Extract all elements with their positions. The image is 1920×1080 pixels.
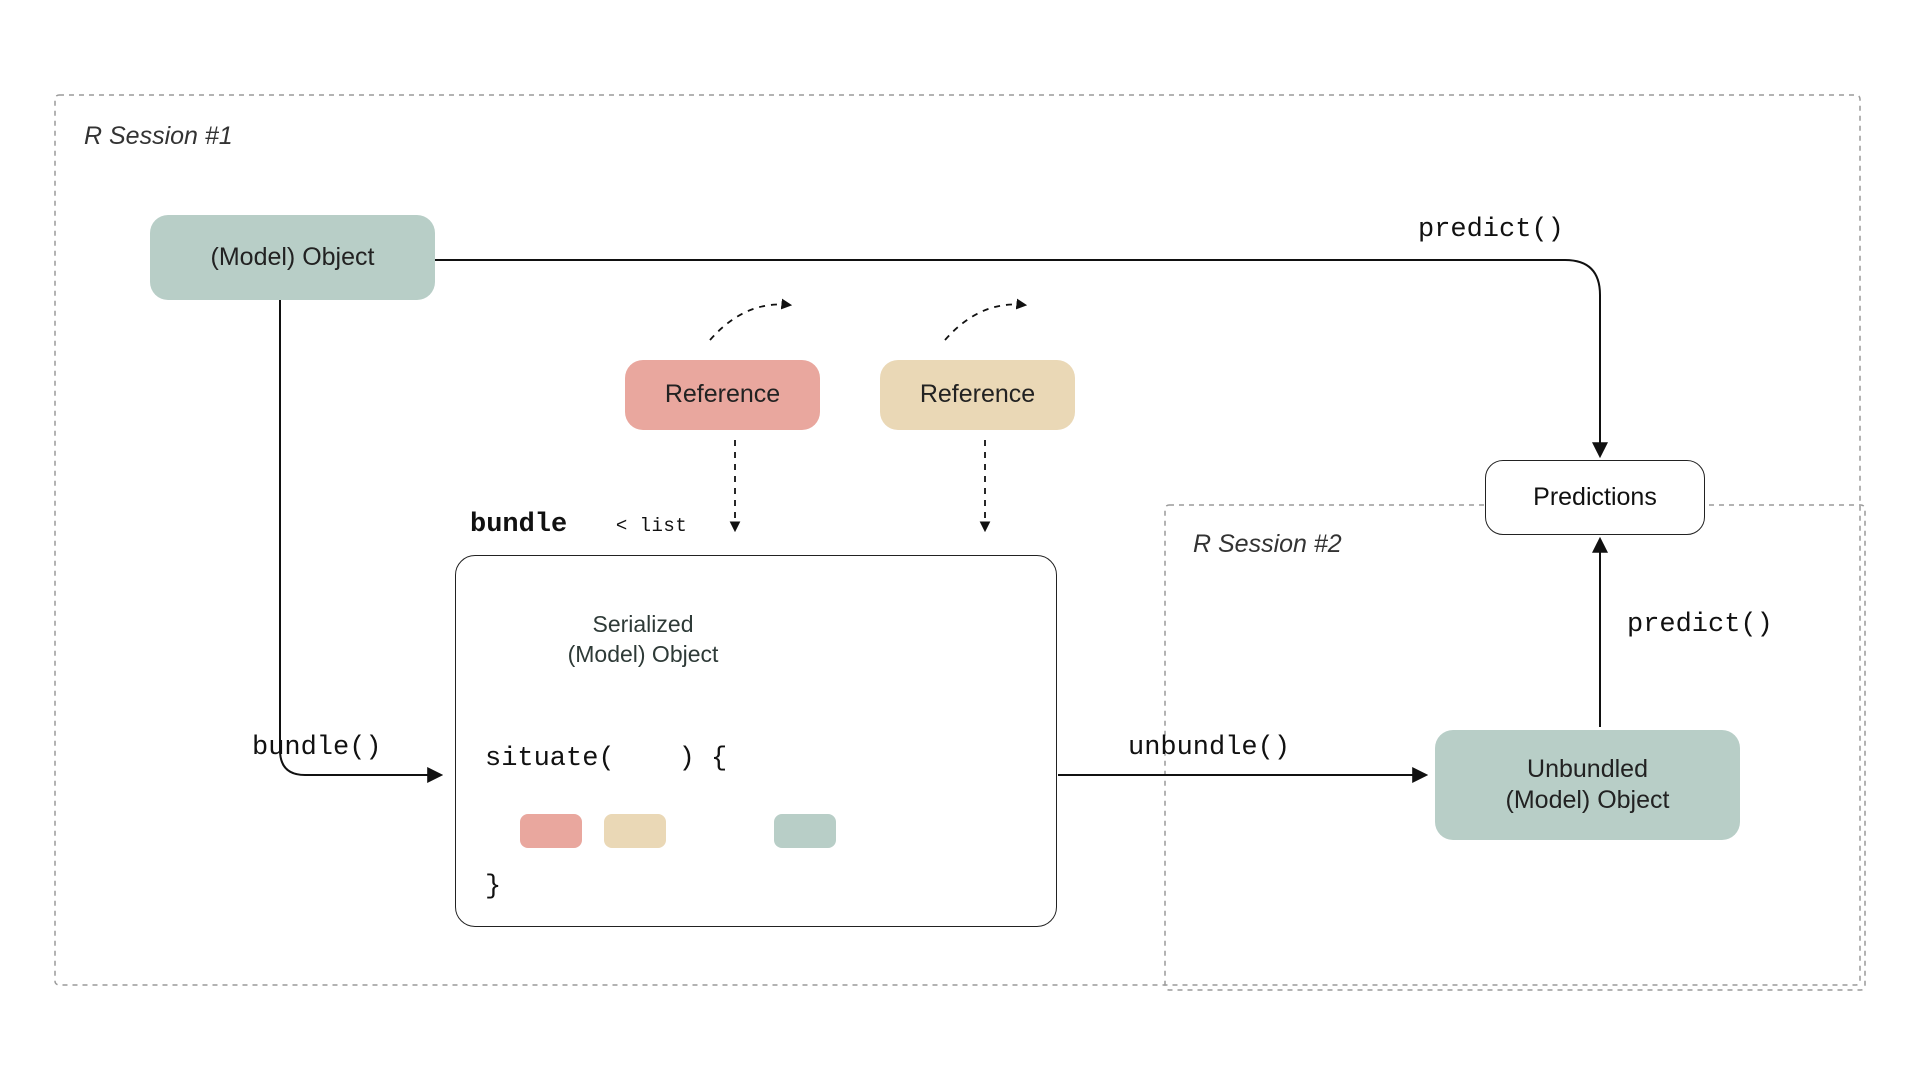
arrow-bundle: [280, 300, 440, 775]
arrow-ref-a-up: [710, 304, 790, 340]
model-object-text: (Model) Object: [211, 242, 375, 273]
session1-label: R Session #1: [84, 122, 233, 151]
bundle-title-kw: bundle: [470, 510, 567, 540]
unbundled-box: Unbundled (Model) Object: [1435, 730, 1740, 840]
bundle-title: bundle < list: [470, 510, 687, 540]
reference-b-text: Reference: [920, 379, 1035, 410]
chip-red: [520, 814, 582, 848]
predictions-box: Predictions: [1485, 460, 1705, 535]
bundle-title-sub: < list: [616, 515, 687, 537]
situate-after: ) {: [679, 744, 728, 774]
chips-row: [520, 813, 836, 849]
reference-b-box: Reference: [880, 360, 1075, 430]
chip-teal: [774, 814, 836, 848]
chip-tan: [604, 814, 666, 848]
situate-kw: situate(: [485, 744, 615, 774]
serialized-line2: (Model) Object: [568, 640, 719, 670]
brace-close: }: [485, 872, 501, 902]
situate-line: situate( ) {: [485, 744, 727, 774]
reference-a-box: Reference: [625, 360, 820, 430]
model-object-box: (Model) Object: [150, 215, 435, 300]
predict-bottom-label: predict(): [1627, 610, 1773, 640]
unbundle-fn-label: unbundle(): [1128, 733, 1290, 763]
arrow-ref-b-up: [945, 304, 1025, 340]
unbundled-line1: Unbundled: [1527, 754, 1648, 785]
predict-top-label: predict(): [1418, 215, 1564, 245]
session2-label: R Session #2: [1193, 530, 1342, 559]
serialized-box: Serialized (Model) Object: [483, 582, 803, 698]
unbundled-line2: (Model) Object: [1506, 785, 1670, 816]
reference-a-text: Reference: [665, 379, 780, 410]
serialized-line1: Serialized: [568, 610, 719, 640]
diagram-stage: R Session #1 R Session #2 (Model) Object…: [0, 0, 1920, 1080]
predictions-text: Predictions: [1533, 482, 1657, 513]
bundle-fn-label: bundle(): [252, 733, 382, 763]
